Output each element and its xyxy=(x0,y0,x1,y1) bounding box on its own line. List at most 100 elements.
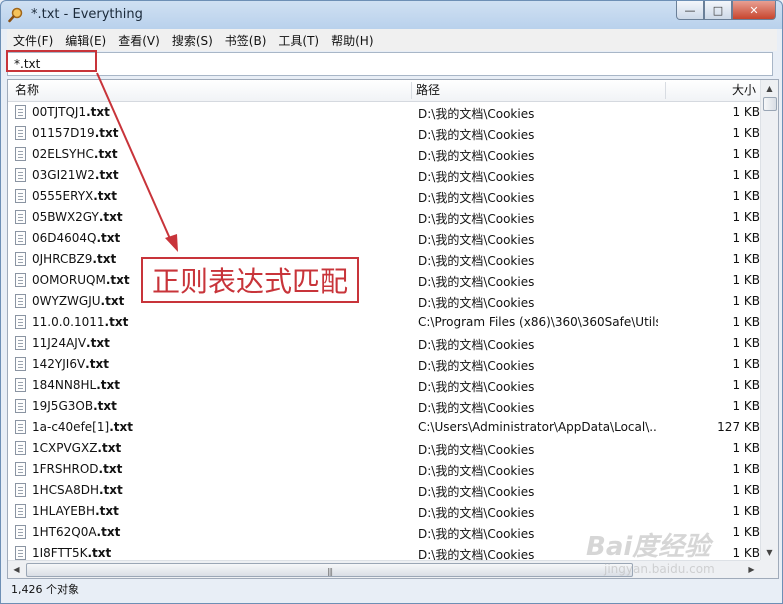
rows-container: 00TJTQJ1.txt D:\我的文档\Cookies 1 KB 01157D19.… xyxy=(8,102,760,564)
window-controls: — □ ✕ xyxy=(676,1,776,21)
table-row[interactable]: 19J5G3OB.txt D:\我的文档\Cookies 1 KB xyxy=(8,396,760,417)
file-stem: 1a-c40efe[1] xyxy=(32,420,110,434)
file-size: 1 KB xyxy=(732,399,760,413)
results-list: 名称 路径 大小 00TJTQJ1.txt D:\我的文档\Cookies 1 KB… xyxy=(7,79,779,579)
table-row[interactable]: 142YJI6V.txt D:\我的文档\Cookies 1 KB xyxy=(8,354,760,375)
file-extension: .txt xyxy=(85,357,109,371)
title-bar[interactable]: *.txt - Everything — □ ✕ xyxy=(1,1,782,29)
file-size: 1 KB xyxy=(732,273,760,287)
file-name: 1I8FTT5K.txt xyxy=(32,546,412,560)
file-extension: .txt xyxy=(100,294,125,308)
file-stem: 06D4604Q xyxy=(32,231,97,245)
table-row[interactable]: 1FRSHROD.txt D:\我的文档\Cookies 1 KB xyxy=(8,459,760,480)
table-row[interactable]: 1HLAYEBH.txt D:\我的文档\Cookies 1 KB xyxy=(8,501,760,522)
table-row[interactable]: 02ELSYHC.txt D:\我的文档\Cookies 1 KB xyxy=(8,144,760,165)
file-stem: 0WYZWGJU xyxy=(32,294,101,308)
file-size: 1 KB xyxy=(732,336,760,350)
scroll-left-icon[interactable]: ◀ xyxy=(8,561,25,578)
menu-help[interactable]: 帮助(H) xyxy=(325,32,379,49)
file-stem: 11.0.0.1011 xyxy=(32,315,105,329)
file-name: 1CXPVGXZ.txt xyxy=(32,441,412,455)
table-row[interactable]: 06D4604Q.txt D:\我的文档\Cookies 1 KB xyxy=(8,228,760,249)
file-extension: .txt xyxy=(109,420,133,434)
file-path: D:\我的文档\Cookies xyxy=(418,170,535,184)
file-path: D:\我的文档\Cookies xyxy=(418,149,535,163)
file-extension: .txt xyxy=(96,525,121,539)
file-name: 06D4604Q.txt xyxy=(32,231,412,245)
text-file-icon xyxy=(15,336,26,350)
file-stem: 1HLAYEBH xyxy=(32,504,96,518)
search-input[interactable] xyxy=(8,53,754,75)
object-count: 1,426 个对象 xyxy=(11,583,79,596)
file-extension: .txt xyxy=(86,336,110,350)
file-extension: .txt xyxy=(98,210,123,224)
table-row[interactable]: 1HCSA8DH.txt D:\我的文档\Cookies 1 KB xyxy=(8,480,760,501)
table-row[interactable]: 01157D19.txt D:\我的文档\Cookies 1 KB xyxy=(8,123,760,144)
file-name: 142YJI6V.txt xyxy=(32,357,412,371)
table-row[interactable]: 11J24AJV.txt D:\我的文档\Cookies 1 KB xyxy=(8,333,760,354)
file-path: C:\Users\Administrator\AppData\Local\... xyxy=(418,420,658,434)
menu-edit[interactable]: 编辑(E) xyxy=(59,32,112,49)
file-path: D:\我的文档\Cookies xyxy=(418,485,535,499)
table-row[interactable]: 184NN8HL.txt D:\我的文档\Cookies 1 KB xyxy=(8,375,760,396)
text-file-icon xyxy=(15,462,26,476)
minimize-button[interactable]: — xyxy=(676,1,704,20)
file-name: 1HCSA8DH.txt xyxy=(32,483,412,497)
table-row[interactable]: 11.0.0.1011.txt C:\Program Files (x86)\36… xyxy=(8,312,760,333)
file-size: 1 KB xyxy=(732,231,760,245)
file-path: D:\我的文档\Cookies xyxy=(418,212,535,226)
column-name[interactable]: 名称 xyxy=(15,80,39,101)
scroll-up-icon[interactable]: ▲ xyxy=(761,80,778,96)
table-row[interactable]: 00TJTQJ1.txt D:\我的文档\Cookies 1 KB xyxy=(8,102,760,123)
file-path: D:\我的文档\Cookies xyxy=(418,107,535,121)
file-stem: 1FRSHROD xyxy=(32,462,99,476)
table-row[interactable]: 0JHRCBZ9.txt D:\我的文档\Cookies 1 KB xyxy=(8,249,760,270)
file-path: D:\我的文档\Cookies xyxy=(418,380,535,394)
table-row[interactable]: 0555ERYX.txt D:\我的文档\Cookies 1 KB xyxy=(8,186,760,207)
file-path: D:\我的文档\Cookies xyxy=(418,443,535,457)
file-name: 1HLAYEBH.txt xyxy=(32,504,412,518)
file-extension: .txt xyxy=(94,126,119,140)
table-row[interactable]: 05BWX2GY.txt D:\我的文档\Cookies 1 KB xyxy=(8,207,760,228)
column-divider[interactable] xyxy=(665,82,666,99)
file-name: 184NN8HL.txt xyxy=(32,378,412,392)
table-row[interactable]: 0OMORUQM.txt D:\我的文档\Cookies 1 KB xyxy=(8,270,760,291)
table-row[interactable]: 1a-c40efe[1].txt C:\Users\Administrator\A… xyxy=(8,417,760,438)
menu-tools[interactable]: 工具(T) xyxy=(272,32,325,49)
column-divider[interactable] xyxy=(411,82,412,99)
file-path: D:\我的文档\Cookies xyxy=(418,506,535,520)
table-row[interactable]: 1CXPVGXZ.txt D:\我的文档\Cookies 1 KB xyxy=(8,438,760,459)
vertical-scrollbar[interactable]: ▲ ▼ xyxy=(760,80,778,560)
file-stem: 05BWX2GY xyxy=(32,210,99,224)
file-path: C:\Program Files (x86)\360\360Safe\Utils xyxy=(418,315,658,329)
file-stem: 02ELSYHC xyxy=(32,147,94,161)
menu-search[interactable]: 搜索(S) xyxy=(166,32,219,49)
menu-view[interactable]: 查看(V) xyxy=(112,32,166,49)
table-row[interactable]: 0WYZWGJU.txt D:\我的文档\Cookies 1 KB xyxy=(8,291,760,312)
search-highlight-box xyxy=(6,50,97,72)
app-window: *.txt - Everything — □ ✕ 文件(F) 编辑(E) 查看(… xyxy=(0,0,783,604)
file-stem: 0OMORUQM xyxy=(32,273,106,287)
file-extension: .txt xyxy=(96,231,121,245)
file-size: 1 KB xyxy=(732,252,760,266)
file-size: 1 KB xyxy=(732,462,760,476)
column-path[interactable]: 路径 xyxy=(416,80,440,101)
file-name: 05BWX2GY.txt xyxy=(32,210,412,224)
table-row[interactable]: 03GI21W2.txt D:\我的文档\Cookies 1 KB xyxy=(8,165,760,186)
file-size: 1 KB xyxy=(732,126,760,140)
vertical-scroll-thumb[interactable] xyxy=(763,97,777,111)
file-name: 00TJTQJ1.txt xyxy=(32,105,412,119)
menu-file[interactable]: 文件(F) xyxy=(7,32,59,49)
horizontal-scroll-thumb[interactable]: ||| xyxy=(26,563,633,577)
file-stem: 19J5G3OB xyxy=(32,399,94,413)
column-size[interactable]: 大小 xyxy=(732,80,756,101)
watermark-logo: Bai度经验 xyxy=(586,532,711,562)
file-extension: .txt xyxy=(93,189,118,203)
file-stem: 00TJTQJ1 xyxy=(32,105,87,119)
menu-bookmarks[interactable]: 书签(B) xyxy=(219,32,273,49)
text-file-icon xyxy=(15,252,26,266)
file-stem: 1CXPVGXZ xyxy=(32,441,98,455)
maximize-button[interactable]: □ xyxy=(704,1,732,20)
file-size: 1 KB xyxy=(732,168,760,182)
close-button[interactable]: ✕ xyxy=(732,1,776,20)
